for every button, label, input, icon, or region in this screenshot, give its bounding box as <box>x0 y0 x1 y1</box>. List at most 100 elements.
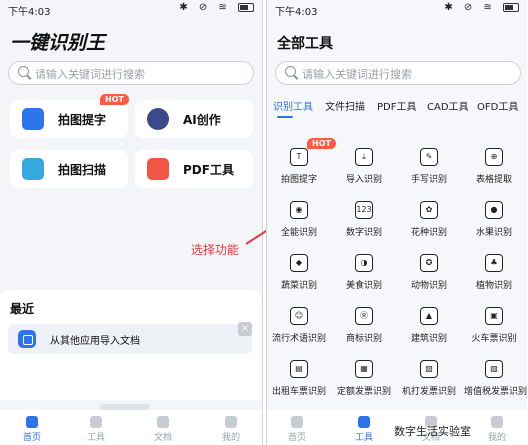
app-title: 一键识别王 <box>10 32 106 54</box>
tool-label: 数字识别 <box>345 228 382 238</box>
tool-label: 商标识别 <box>345 334 382 344</box>
tool-item[interactable]: ✪ 动物识别 <box>399 254 459 304</box>
tool-item[interactable]: ▲ 建筑识别 <box>399 307 459 357</box>
tool-icon: ☺ <box>290 307 308 325</box>
robot-icon <box>147 108 169 130</box>
tool-item[interactable]: ✎ 手写识别 <box>399 148 459 198</box>
card-label: 拍图提字 <box>58 113 107 127</box>
status-time: 下午4:03 <box>275 7 318 18</box>
tool-item[interactable]: ▧ 机打发票识别 <box>399 360 459 410</box>
nav-me[interactable]: 我的 <box>477 416 517 443</box>
tool-label: 美食识别 <box>345 281 382 291</box>
user-icon <box>491 416 503 428</box>
tool-icon: ⤓ <box>355 148 373 166</box>
card-photo-scan[interactable]: 拍图扫描 <box>10 150 128 188</box>
hot-badge: HOT <box>100 94 129 105</box>
tool-item[interactable]: ✿ 花种识别 <box>399 201 459 251</box>
tool-item[interactable]: ▨ 增值税发票识别 <box>464 360 527 410</box>
tab-recognition[interactable]: 识别工具 <box>273 98 313 113</box>
tool-label: 手写识别 <box>410 175 447 185</box>
tool-item[interactable]: ▦ 定额发票识别 <box>334 360 394 410</box>
tool-label: 拍图提字 <box>280 175 317 185</box>
annotation-text: 选择功能 <box>191 243 240 257</box>
card-ai-create[interactable]: AI创作 <box>135 100 253 138</box>
tool-item[interactable]: ▤ 出租车票识别 <box>269 360 329 410</box>
search-input[interactable]: 请输入关键词进行搜索 <box>8 61 254 85</box>
close-icon[interactable]: × <box>238 322 252 336</box>
import-icon <box>18 330 36 348</box>
tool-item[interactable]: ● 水果识别 <box>464 201 524 251</box>
tool-item[interactable]: ◆ 蔬菜识别 <box>269 254 329 304</box>
bottom-nav: 首页 工具 文档 我的 <box>0 410 262 445</box>
tool-label: 花种识别 <box>410 228 447 238</box>
tool-icon: ◆ <box>290 254 308 272</box>
search-input[interactable]: 请输入关键词进行搜索 <box>275 61 521 85</box>
tool-icon: ▧ <box>420 360 438 378</box>
nav-tools[interactable]: 工具 <box>344 416 384 443</box>
battery-icon <box>503 2 519 12</box>
tool-item[interactable]: ◑ 美食识别 <box>334 254 394 304</box>
home-icon <box>26 416 38 428</box>
tool-item[interactable]: ⤓ 导入识别 <box>334 148 394 198</box>
home-screen: 下午4:03 ✱ ⊘ ≋ 一键识别王 请输入关键词进行搜索 拍图提字 HOT A… <box>0 0 263 445</box>
nav-home[interactable]: 首页 <box>277 416 317 443</box>
tab-scan[interactable]: 文件扫描 <box>325 98 365 113</box>
tool-item[interactable]: Ⓡ 商标识别 <box>334 307 394 357</box>
tab-pdf[interactable]: PDF工具 <box>377 98 416 113</box>
tool-label: 水果识别 <box>475 228 512 238</box>
image-scan-icon <box>22 158 44 180</box>
card-photo-text[interactable]: 拍图提字 <box>10 100 128 138</box>
tool-icon: ✎ <box>420 148 438 166</box>
card-pdf-tools[interactable]: PDF工具 <box>135 150 253 188</box>
tool-icon: ◑ <box>355 254 373 272</box>
tool-label: 机打发票识别 <box>401 387 456 397</box>
pdf-icon <box>147 158 169 180</box>
recent-title: 最近 <box>10 302 35 316</box>
tool-icon: ▲ <box>420 307 438 325</box>
tool-icon: 123 <box>355 201 373 219</box>
import-label: 从其他应用导入文档 <box>50 336 140 347</box>
tool-label: 导入识别 <box>345 175 382 185</box>
tab-ofd[interactable]: OFD工具 <box>477 98 518 113</box>
tool-label: 全能识别 <box>280 228 317 238</box>
text-scan-icon <box>22 108 44 130</box>
tool-icon: ✿ <box>420 201 438 219</box>
search-icon <box>18 66 29 77</box>
status-bar: 下午4:03 ✱ ⊘ ≋ <box>267 0 527 18</box>
tool-icon: Ⓡ <box>355 307 373 325</box>
card-label: AI创作 <box>183 113 221 127</box>
tool-label: 火车票识别 <box>471 334 517 344</box>
tool-item[interactable]: ☺ 流行术语识别 <box>269 307 329 357</box>
tool-item[interactable]: 123 数字识别 <box>334 201 394 251</box>
import-from-app-button[interactable]: 从其他应用导入文档 <box>8 324 252 354</box>
card-label: 拍图扫描 <box>58 163 107 177</box>
tab-cad[interactable]: CAD工具 <box>427 98 469 113</box>
nav-home[interactable]: 首页 <box>12 416 52 443</box>
tool-label: 动物识别 <box>410 281 447 291</box>
tool-label: 表格提取 <box>475 175 512 185</box>
user-icon <box>225 416 237 428</box>
tool-icon: ✪ <box>420 254 438 272</box>
tool-item[interactable]: ◉ 全能识别 <box>269 201 329 251</box>
tool-icon: ▣ <box>485 307 503 325</box>
status-icons: ✱ ⊘ ≋ <box>444 2 519 13</box>
search-icon <box>285 66 296 77</box>
tool-item[interactable]: ▣ 火车票识别 <box>464 307 524 357</box>
nav-docs[interactable]: 文档 <box>143 416 183 443</box>
tool-item[interactable]: T 拍图提字 HOT <box>269 138 336 198</box>
tools-icon <box>90 416 102 428</box>
tab-active-indicator <box>277 116 293 118</box>
tool-item[interactable]: ♣ 植物识别 <box>464 254 524 304</box>
page-title: 全部工具 <box>277 36 333 52</box>
document-icon <box>157 416 169 428</box>
nav-me[interactable]: 我的 <box>211 416 251 443</box>
tool-icon: ⊕ <box>485 148 503 166</box>
tool-item[interactable]: ⊕ 表格提取 <box>464 148 524 198</box>
search-placeholder: 请输入关键词进行搜索 <box>35 68 145 81</box>
nav-tools[interactable]: 工具 <box>76 416 116 443</box>
all-tools-screen: 下午4:03 ✱ ⊘ ≋ 全部工具 请输入关键词进行搜索 识别工具 文件扫描 P… <box>266 0 527 445</box>
search-placeholder: 请输入关键词进行搜索 <box>302 68 412 81</box>
tool-icon: ♣ <box>485 254 503 272</box>
status-time: 下午4:03 <box>8 7 51 18</box>
tool-label: 流行术语识别 <box>271 334 326 344</box>
